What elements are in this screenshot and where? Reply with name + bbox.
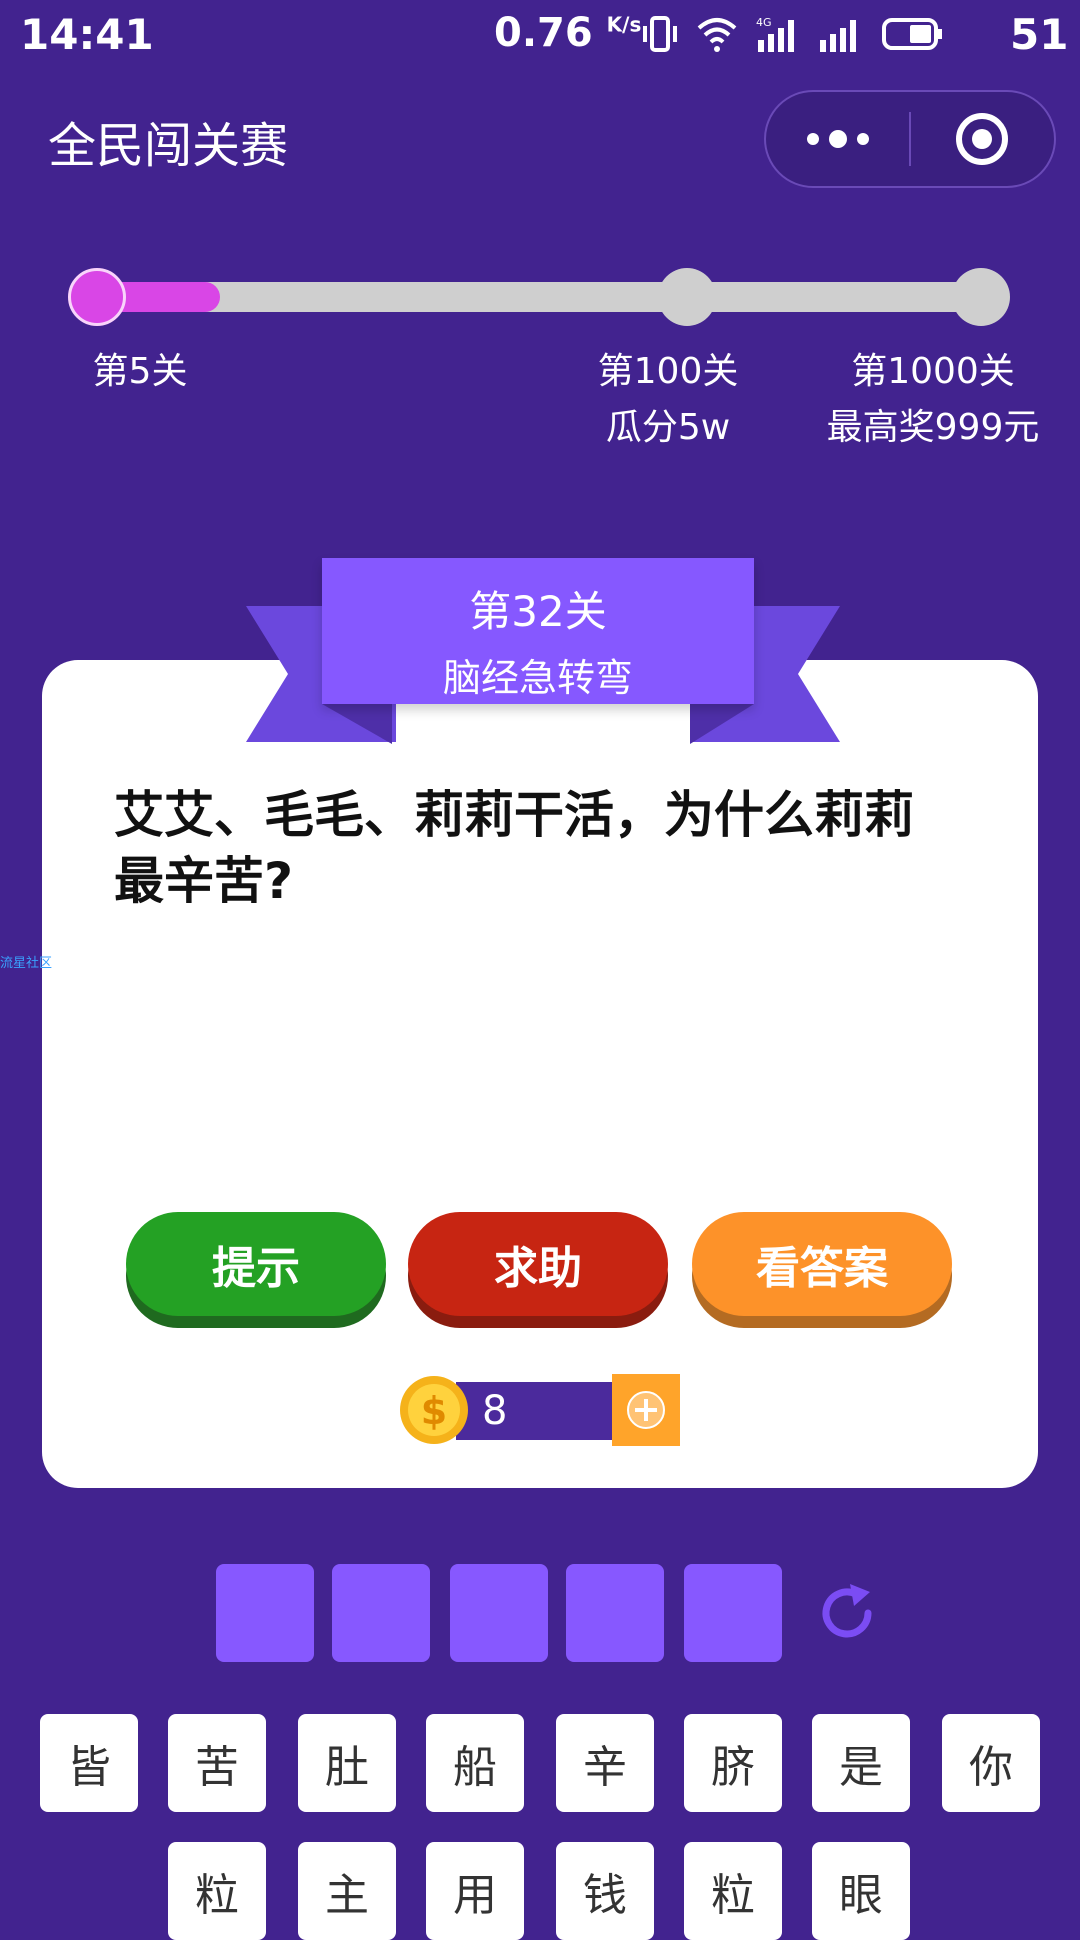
char-key[interactable]: 你: [942, 1714, 1040, 1812]
milestone-label: 第5关: [92, 351, 188, 392]
answer-slot[interactable]: [566, 1564, 664, 1662]
coin-bar: [456, 1382, 614, 1440]
status-icons: 4G: [640, 12, 944, 56]
status-time: 14:41: [20, 10, 154, 59]
char-key[interactable]: 苦: [168, 1714, 266, 1812]
network-speed: 0.76 K/s: [494, 10, 641, 56]
milestone-label: 第1000关: [851, 351, 1015, 392]
plus-circle-icon: [627, 1391, 665, 1429]
progress-knob-current: [68, 268, 126, 326]
answer-slot[interactable]: [216, 1564, 314, 1662]
more-icon: [806, 130, 869, 148]
milestone-100: 第100关 瓜分5w: [568, 344, 768, 456]
answer-slot[interactable]: [332, 1564, 430, 1662]
help-button[interactable]: 求助: [408, 1212, 668, 1316]
level-ribbon: 第32关 脑经急转弯: [322, 558, 754, 704]
char-key[interactable]: 是: [812, 1714, 910, 1812]
more-button[interactable]: [766, 92, 909, 186]
char-key[interactable]: 粒: [168, 1842, 266, 1940]
4g-signal-icon: 4G: [756, 16, 794, 52]
progress-knob-100: [658, 268, 716, 326]
answer-slot[interactable]: [450, 1564, 548, 1662]
milestone-current: 第5关: [70, 344, 210, 400]
milestone-label: 第100关: [597, 351, 739, 392]
char-key[interactable]: 皆: [40, 1714, 138, 1812]
char-key[interactable]: 脐: [684, 1714, 782, 1812]
progress-knob-1000: [952, 268, 1010, 326]
coin-icon: $: [400, 1376, 468, 1444]
coin-count: 8: [482, 1388, 508, 1434]
svg-text:4G: 4G: [756, 16, 772, 29]
answer-slot[interactable]: [684, 1564, 782, 1662]
milestone-reward: 最高奖999元: [826, 407, 1040, 448]
target-close-icon: [956, 113, 1009, 165]
add-coins-button[interactable]: [612, 1374, 680, 1446]
mini-program-capsule: [764, 90, 1056, 188]
char-key[interactable]: 用: [426, 1842, 524, 1940]
svg-text:$: $: [421, 1389, 447, 1433]
question-category: 脑经急转弯: [442, 656, 633, 700]
view-answer-button[interactable]: 看答案: [692, 1212, 952, 1316]
level-number: 第32关: [469, 587, 607, 636]
milestone-reward: 瓜分5w: [605, 407, 731, 448]
battery-icon: [882, 18, 942, 50]
page-title: 全民闯关赛: [48, 118, 289, 174]
wifi-icon: [697, 18, 737, 52]
question-text: 艾艾、毛毛、莉莉干活，为什么莉莉最辛苦?: [114, 786, 914, 910]
char-key[interactable]: 眼: [812, 1842, 910, 1940]
char-key[interactable]: 辛: [556, 1714, 654, 1812]
char-key[interactable]: 粒: [684, 1842, 782, 1940]
network-speed-unit: K/s: [606, 12, 642, 37]
milestone-1000: 第1000关 最高奖999元: [818, 344, 1048, 456]
signal-icon: [820, 20, 856, 52]
hint-button[interactable]: 提示: [126, 1212, 386, 1316]
network-speed-value: 0.76: [494, 10, 593, 56]
close-button[interactable]: [911, 92, 1054, 186]
battery-level: 51: [1010, 10, 1069, 59]
char-key[interactable]: 钱: [556, 1842, 654, 1940]
vibrate-icon: [643, 16, 677, 52]
watermark: 流星社区: [0, 956, 53, 971]
char-key[interactable]: 主: [298, 1842, 396, 1940]
char-key[interactable]: 船: [426, 1714, 524, 1812]
reset-icon[interactable]: [816, 1582, 878, 1644]
char-key[interactable]: 肚: [298, 1714, 396, 1812]
